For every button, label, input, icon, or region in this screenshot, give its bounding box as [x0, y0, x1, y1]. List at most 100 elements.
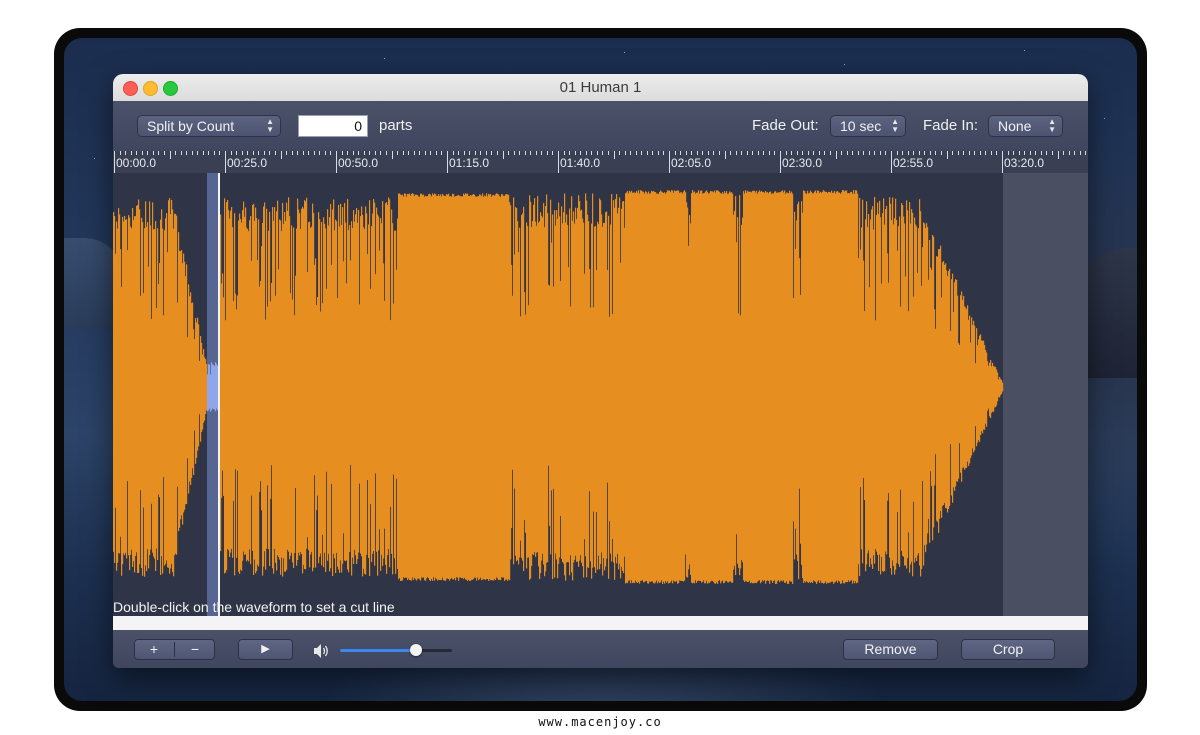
ruler-tick [214, 151, 215, 155]
ruler-tick [963, 151, 964, 155]
ruler-tick [614, 151, 615, 159]
ruler-tick [658, 151, 659, 155]
ruler-tick [342, 151, 343, 155]
ruler-tick [541, 151, 542, 155]
ruler-tick [253, 151, 254, 155]
ruler-tick [908, 151, 909, 155]
ruler-tick [641, 151, 642, 155]
ruler-tick [380, 151, 381, 155]
speaker-volume-icon [314, 644, 328, 658]
ruler-tick [208, 151, 209, 155]
ruler-tick [619, 151, 620, 155]
fade-in-popup[interactable]: None ▲ ▼ [988, 115, 1063, 137]
ruler-tick [863, 151, 864, 155]
ruler-tick [1030, 151, 1031, 155]
ruler-tick [752, 151, 753, 155]
waveform[interactable] [113, 173, 1088, 616]
ruler-tick [530, 151, 531, 155]
ruler-tick [774, 151, 775, 155]
ruler-tick [808, 151, 809, 155]
play-button[interactable]: ▶ [238, 639, 293, 660]
ruler-tick [392, 151, 393, 159]
ruler-tick [836, 151, 837, 159]
ruler-tick [414, 151, 415, 155]
zoom-control: + − [134, 639, 215, 660]
ruler-time-label: 01:15.0 [449, 156, 490, 170]
ruler-tick [580, 151, 581, 155]
ruler-tick [852, 151, 853, 155]
ruler-tick [652, 151, 653, 155]
ruler-tick [552, 151, 553, 155]
ruler-tick [170, 151, 171, 159]
fade-in-value: None [998, 118, 1032, 134]
ruler-tick [597, 151, 598, 155]
ruler-tick [736, 151, 737, 155]
ruler-tick [985, 151, 986, 155]
ruler-tick [786, 151, 787, 155]
ruler-tick [508, 151, 509, 155]
ruler-tick [713, 151, 714, 155]
fade-out-popup[interactable]: 10 sec ▲ ▼ [830, 115, 906, 137]
ruler-tick [419, 151, 420, 155]
ruler-tick [763, 151, 764, 155]
title-bar[interactable]: 01 Human 1 [113, 74, 1088, 102]
ruler-tick [308, 151, 309, 155]
zoom-in-button[interactable]: + [134, 639, 174, 660]
ruler-time-label: 03:20.0 [1004, 156, 1045, 170]
timeline-ruler[interactable]: 00:00.0 00:25.0 00:50.0 01:15.0 01:40.0 02:05… [113, 151, 1088, 173]
ruler-tick [364, 151, 365, 155]
ruler-tick [1069, 151, 1070, 155]
ruler-tick [702, 151, 703, 155]
ruler-tick [297, 151, 298, 155]
volume-slider-knob[interactable] [410, 644, 422, 656]
ruler-tick [575, 151, 576, 155]
star [1104, 118, 1105, 119]
ruler-tick [874, 151, 875, 155]
ruler-tick [236, 151, 237, 155]
updown-chevron-icon: ▲ ▼ [891, 117, 899, 134]
ruler-tick [669, 151, 670, 173]
ruler-tick [247, 151, 248, 155]
split-mode-popup[interactable]: Split by Count ▲ ▼ [137, 115, 281, 137]
ruler-tick [924, 151, 925, 155]
ruler-tick [1002, 151, 1003, 173]
ruler-tick [319, 151, 320, 155]
ruler-tick [186, 151, 187, 155]
toolbar: Split by Count ▲ ▼ 0 parts Fade Out: 10 s… [113, 101, 1088, 151]
ruler-tick [680, 151, 681, 155]
ruler-tick [725, 151, 726, 159]
ruler-time-label: 02:55.0 [893, 156, 934, 170]
ruler-tick [941, 151, 942, 155]
ruler-tick [919, 151, 920, 155]
ruler-tick [608, 151, 609, 155]
ruler-tick [219, 151, 220, 155]
ruler-tick [325, 151, 326, 155]
remove-button[interactable]: Remove [843, 639, 938, 660]
star [844, 64, 845, 65]
zoom-out-button[interactable]: − [175, 639, 215, 660]
parts-count-input[interactable]: 0 [298, 115, 368, 137]
ruler-tick [514, 151, 515, 155]
ruler-tick [958, 151, 959, 155]
ruler-tick [991, 151, 992, 155]
ruler-tick [1074, 151, 1075, 155]
ruler-tick [935, 151, 936, 155]
ruler-tick [403, 151, 404, 155]
ruler-tick [708, 151, 709, 155]
updown-chevron-icon: ▲ ▼ [266, 117, 274, 134]
ruler-tick [497, 151, 498, 155]
ruler-tick [558, 151, 559, 173]
ruler-tick [136, 151, 137, 155]
ruler-tick [503, 151, 504, 159]
crop-button[interactable]: Crop [961, 639, 1055, 660]
ruler-tick [830, 151, 831, 155]
split-mode-value: Split by Count [147, 118, 235, 134]
waveform-scrollbar[interactable] [113, 616, 1088, 630]
parts-label: parts [379, 117, 413, 134]
ruler-tick [1052, 151, 1053, 155]
fade-out-label: Fade Out: [752, 117, 819, 134]
ruler-tick [1041, 151, 1042, 155]
updown-chevron-icon: ▲ ▼ [1048, 117, 1056, 134]
ruler-tick [647, 151, 648, 155]
playhead-cursor[interactable] [218, 173, 220, 616]
